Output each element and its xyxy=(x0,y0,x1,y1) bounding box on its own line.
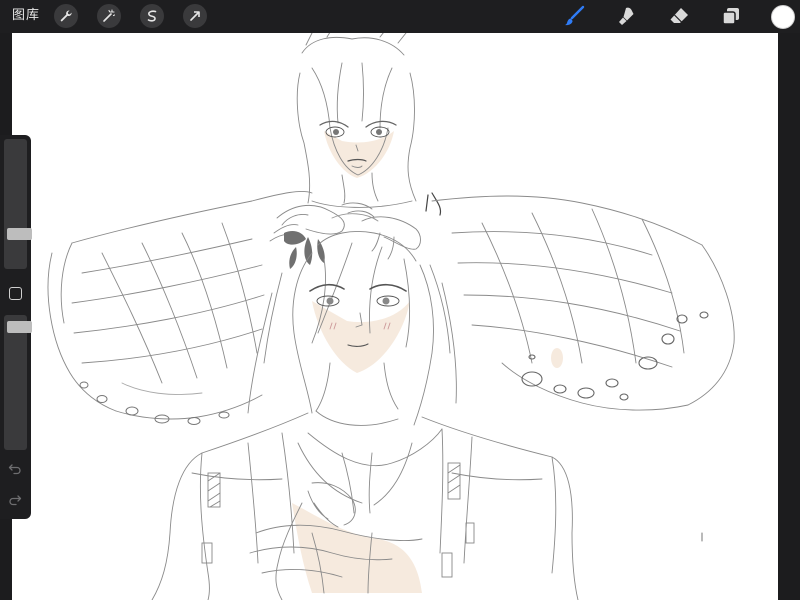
selection-icon xyxy=(147,10,157,22)
smudge-tool-button[interactable] xyxy=(614,5,638,27)
actions-button[interactable] xyxy=(54,4,78,28)
gallery-button[interactable]: 图库 xyxy=(12,7,40,25)
undo-button[interactable] xyxy=(8,461,22,475)
transform-arrow-icon xyxy=(190,11,200,21)
color-picker-button[interactable] xyxy=(771,5,795,29)
adjustments-button[interactable] xyxy=(97,4,121,28)
opacity-slider[interactable] xyxy=(4,315,32,450)
transform-button[interactable] xyxy=(183,4,207,28)
redo-icon xyxy=(9,495,22,506)
undo-icon xyxy=(8,464,21,475)
opacity-thumb[interactable] xyxy=(7,321,32,333)
magic-wand-icon xyxy=(103,9,116,22)
drawing-canvas[interactable] xyxy=(12,33,778,600)
layers-button[interactable] xyxy=(719,5,743,27)
brush-size-slider[interactable] xyxy=(4,139,32,269)
top-toolbar: 图库 xyxy=(0,0,800,33)
eraser-icon xyxy=(670,8,688,23)
wrench-icon xyxy=(60,10,72,22)
selection-button[interactable] xyxy=(140,4,164,28)
brush-tool-button[interactable] xyxy=(562,5,586,27)
sketch-artwork xyxy=(47,33,735,600)
brush-size-thumb[interactable] xyxy=(7,228,32,240)
layers-icon xyxy=(722,8,739,25)
eraser-tool-button[interactable] xyxy=(667,5,691,27)
brush-icon xyxy=(565,5,585,26)
smudge-icon xyxy=(619,7,634,25)
redo-button[interactable] xyxy=(8,492,22,506)
modify-button[interactable] xyxy=(9,287,22,300)
left-sidebar xyxy=(0,135,32,519)
